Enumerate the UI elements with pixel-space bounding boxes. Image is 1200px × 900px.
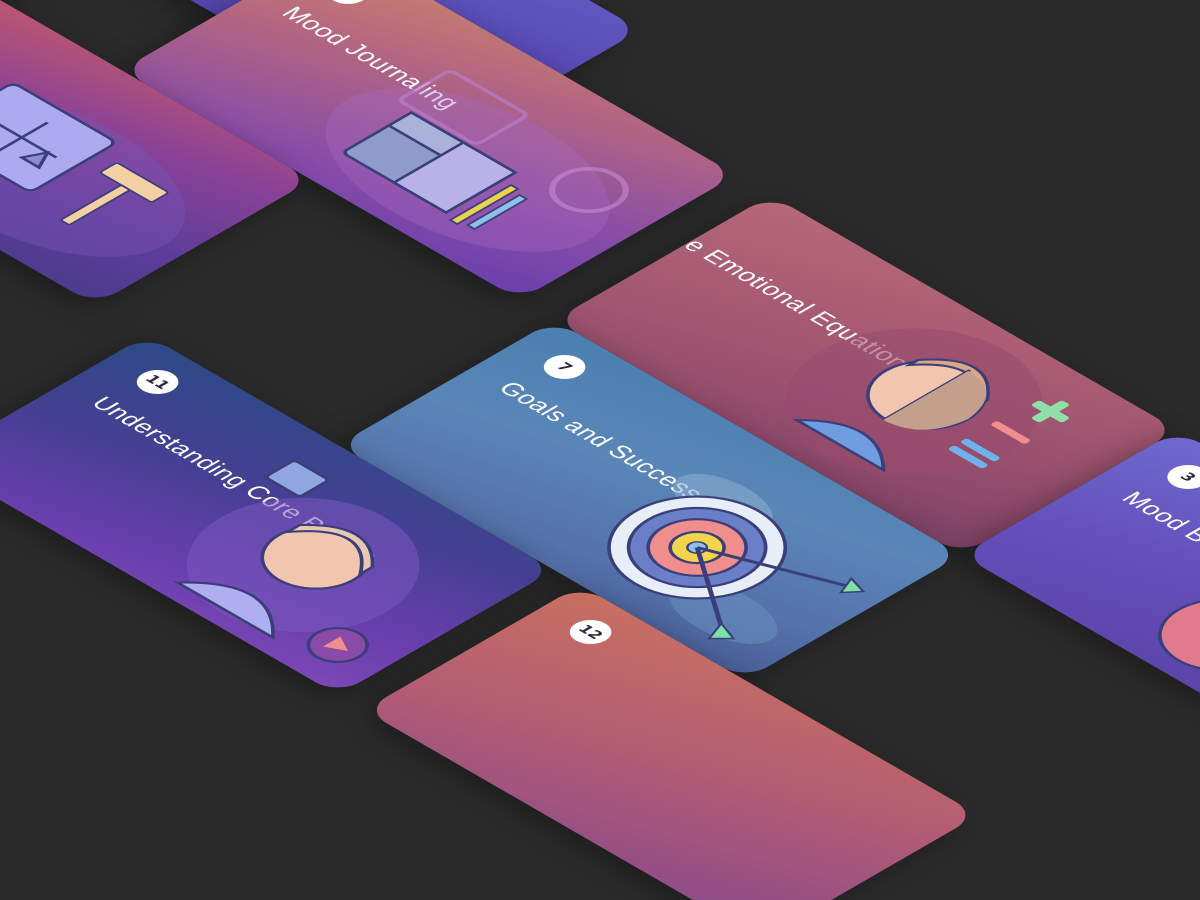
lesson-number-badge: 3 [1158,460,1200,494]
journal-notebook-icon [325,70,629,252]
lesson-number-badge: 6 [318,0,378,9]
balloon-icon [1157,598,1200,672]
lesson-title: Mood Boosters [1115,488,1200,590]
lesson-number-badge: 7 [535,350,595,384]
lesson-number-badge: 12 [561,615,621,649]
lesson-number-badge: 11 [128,365,188,399]
lesson-cards-canvas: 6 Mood Journaling The Emotional Equation [0,0,1200,900]
